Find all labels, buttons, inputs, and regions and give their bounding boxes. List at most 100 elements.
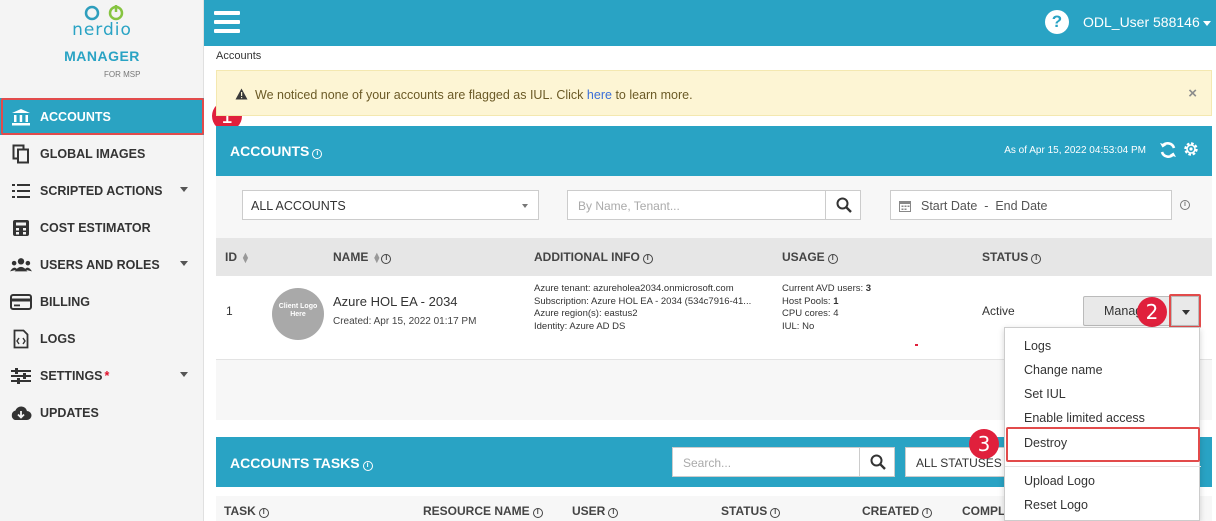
account-status: Active — [982, 304, 1015, 318]
info-icon[interactable]: i — [642, 254, 653, 264]
usage-label: Host Pools: — [782, 295, 831, 307]
usage-info: Current AVD users: 3 Host Pools: 1 CPU c… — [782, 283, 871, 333]
usage-host-pools: Host Pools: 1 — [782, 296, 871, 309]
sidebar-item-global-images[interactable]: GLOBAL IMAGES — [0, 135, 204, 172]
usage-iul: IUL: No — [782, 321, 871, 334]
accounts-search-input[interactable]: By Name, Tenant... — [567, 190, 826, 220]
info-icon[interactable]: i — [608, 508, 619, 518]
menu-divider — [1005, 466, 1201, 467]
menu-item-change-name[interactable]: Change name — [1024, 363, 1103, 377]
step-badge-2: 2 — [1137, 297, 1167, 327]
client-logo-placeholder: Client Logo Here — [272, 288, 324, 340]
account-created: Created: Apr 15, 2022 01:17 PM — [333, 316, 477, 327]
additional-info: Azure tenant: azureholea2034.onmicrosoft… — [534, 283, 751, 333]
accounts-search-button[interactable] — [825, 190, 861, 220]
info-icon[interactable]: i — [312, 149, 323, 159]
column-label: NAME — [333, 250, 369, 264]
nerdio-logo[interactable]: nerdio MANAGER FOR MSP — [0, 0, 204, 92]
sidebar-item-updates[interactable]: UPDATES — [0, 394, 204, 431]
menu-item-set-iul[interactable]: Set IUL — [1024, 387, 1066, 401]
column-header-completed: COMPL — [962, 504, 1005, 518]
credit-card-icon — [10, 292, 32, 312]
column-header-usage: USAGE i — [782, 250, 838, 264]
usage-cpu-cores: CPU cores: 4 — [782, 308, 871, 321]
column-header-additional-info: ADDITIONAL INFO i — [534, 250, 653, 264]
usage-value: 1 — [833, 295, 839, 307]
copy-icon — [10, 144, 32, 164]
accounts-panel-title: ACCOUNTS i — [230, 143, 323, 159]
sidebar-item-settings[interactable]: SETTINGS * — [0, 357, 204, 394]
accounts-title-text: ACCOUNTS — [230, 143, 310, 159]
info-tenant: Azure tenant: azureholea2034.onmicrosoft… — [534, 283, 734, 294]
usage-label: IUL: — [782, 320, 800, 332]
column-label: TASK — [224, 504, 256, 518]
sidebar-item-scripted-actions[interactable]: SCRIPTED ACTIONS — [0, 172, 204, 209]
menu-item-enable-limited-access[interactable]: Enable limited access — [1024, 411, 1145, 425]
sidebar-item-label: BILLING — [40, 294, 90, 309]
help-icon[interactable]: ? — [1045, 10, 1069, 34]
column-header-name[interactable]: NAME ▲ ▼ i — [333, 250, 392, 264]
sidebar-item-label: SCRIPTED ACTIONS — [40, 183, 163, 198]
tasks-panel-title: ACCOUNTS TASKS i — [230, 455, 373, 471]
brand-product: MANAGER — [64, 48, 140, 64]
menu-item-upload-logo[interactable]: Upload Logo — [1024, 474, 1095, 488]
account-actions-menu: Logs Change name Set IUL Enable limited … — [1004, 327, 1201, 521]
accounts-filter-select[interactable]: ALL ACCOUNTS — [242, 190, 539, 220]
column-header-status: STATUS i — [982, 250, 1042, 264]
calculator-icon — [10, 218, 32, 238]
chevron-down-icon — [1202, 20, 1211, 26]
sidebar-item-logs[interactable]: LOGS — [0, 320, 204, 357]
usage-avd-users: Current AVD users: 3 — [782, 283, 871, 296]
close-icon[interactable]: × — [1188, 85, 1197, 102]
column-label: USER — [572, 504, 606, 518]
menu-item-logs[interactable]: Logs — [1024, 339, 1051, 353]
highlight-dropdown-toggle — [1169, 294, 1201, 328]
calendar-icon — [899, 201, 911, 212]
info-region: Azure region(s): eastus2 — [534, 308, 638, 319]
account-name[interactable]: Azure HOL EA - 2034 — [333, 294, 458, 309]
sidebar-item-users-and-roles[interactable]: USERS AND ROLES — [0, 246, 204, 283]
column-label: ID — [225, 250, 237, 264]
alert-text-after: to learn more. — [615, 88, 693, 102]
info-icon[interactable]: i — [922, 508, 933, 518]
sidebar-item-billing[interactable]: BILLING — [0, 283, 204, 320]
info-icon[interactable]: i — [362, 461, 373, 471]
accounts-panel-header: ACCOUNTS i As of Apr 15, 2022 04:53:04 PM — [216, 126, 1212, 176]
hamburger-menu-icon[interactable] — [214, 11, 240, 33]
date-range-input[interactable]: Start Date - End Date — [890, 190, 1172, 220]
step-badge-3: 3 — [969, 429, 999, 459]
sidebar-item-cost-estimator[interactable]: COST ESTIMATOR — [0, 209, 204, 246]
sidebar: nerdio MANAGER FOR MSP ACCOUNTS GLOBAL I… — [0, 0, 204, 521]
info-icon[interactable]: i — [770, 508, 781, 518]
user-menu[interactable]: ODL_User 588146 — [1083, 14, 1211, 30]
column-header-created: CREATED i — [862, 504, 933, 518]
as-of-timestamp: As of Apr 15, 2022 04:53:04 PM — [1004, 145, 1146, 156]
column-header-task-status: STATUS i — [721, 504, 781, 518]
tasks-search-input[interactable]: Search... — [672, 447, 860, 477]
red-mark — [915, 344, 918, 346]
sidebar-item-label: COST ESTIMATOR — [40, 220, 151, 235]
info-icon[interactable]: i — [258, 508, 269, 518]
info-icon[interactable]: i — [827, 254, 838, 264]
menu-item-reset-logo[interactable]: Reset Logo — [1024, 498, 1088, 512]
date-range-text: Start Date - End Date — [921, 199, 1048, 213]
info-icon[interactable]: i — [532, 508, 543, 518]
info-icon[interactable]: i — [381, 254, 392, 264]
column-header-id[interactable]: ID ▲ ▼ — [225, 250, 250, 264]
users-icon — [10, 255, 32, 275]
user-name: ODL_User 588146 — [1083, 14, 1200, 30]
accounts-filter-value: ALL ACCOUNTS — [251, 199, 346, 213]
info-icon[interactable]: i — [1031, 254, 1042, 264]
gear-icon[interactable] — [1182, 140, 1200, 158]
info-identity: Identity: Azure AD DS — [534, 320, 626, 332]
usage-label: CPU cores: — [782, 308, 831, 319]
tasks-search-button[interactable] — [859, 447, 895, 477]
refresh-icon[interactable] — [1158, 140, 1178, 160]
info-icon[interactable]: i — [1180, 200, 1190, 210]
usage-value: 4 — [833, 308, 839, 319]
alert-learn-more-link[interactable]: here — [587, 88, 612, 102]
usage-value: 3 — [865, 283, 872, 294]
usage-label: Current AVD users: — [782, 283, 864, 294]
settings-alert-star: * — [104, 368, 110, 383]
column-label: CREATED — [862, 504, 920, 518]
